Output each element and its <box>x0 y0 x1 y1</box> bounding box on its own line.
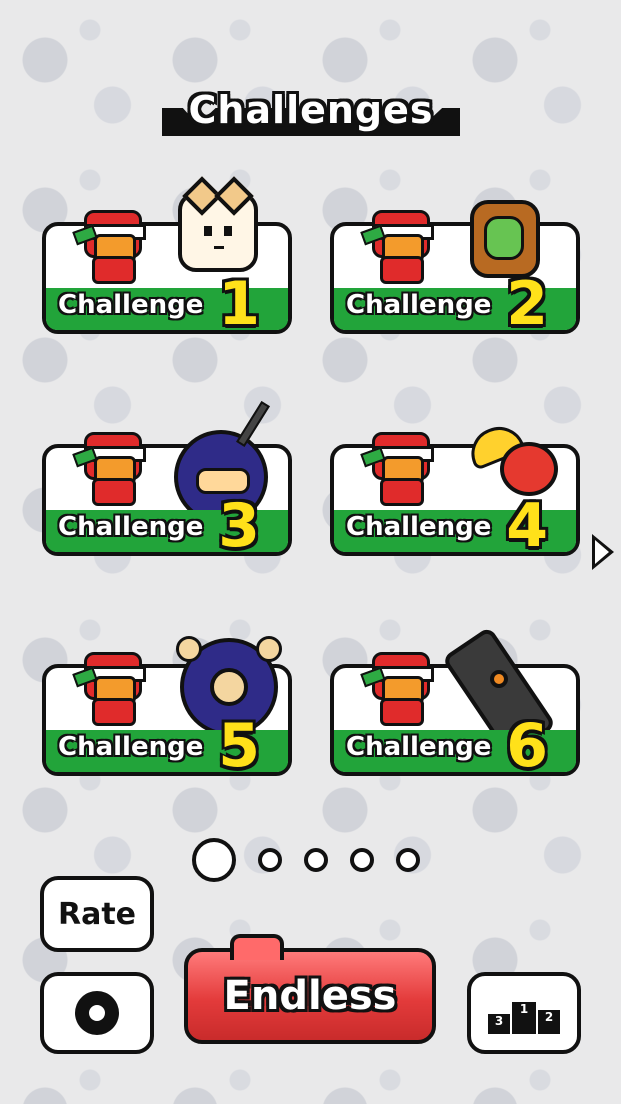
challenge-label: Challenge <box>58 512 204 542</box>
endless-label: Endless <box>223 973 397 1019</box>
settings-button[interactable] <box>40 972 154 1054</box>
podium-rank-1: 1 <box>512 1002 536 1034</box>
rate-button[interactable]: Rate <box>40 876 154 952</box>
challenge-number: 4 <box>506 491 548 561</box>
player-character-icon <box>360 642 434 726</box>
challenge-label: Challenge <box>346 512 492 542</box>
challenge-card-6[interactable]: Challenge 6 <box>330 626 580 781</box>
challenge-card-5[interactable]: Challenge 5 <box>42 636 292 781</box>
gear-icon <box>75 991 119 1035</box>
player-character-icon <box>72 642 146 726</box>
challenge-number: 1 <box>218 269 260 339</box>
challenge-number: 2 <box>506 269 548 339</box>
challenge-label: Challenge <box>58 732 204 762</box>
endless-button[interactable]: Endless <box>184 934 436 1044</box>
leaderboard-button[interactable]: 3 1 2 <box>467 972 581 1054</box>
challenge-number: 3 <box>218 491 260 561</box>
challenge-card-3[interactable]: Challenge 3 <box>42 400 292 561</box>
pagination-dot[interactable] <box>396 848 420 872</box>
cat-icon <box>178 192 258 272</box>
fruit-icon <box>460 419 558 496</box>
player-character-icon <box>360 422 434 506</box>
frame-monster-icon <box>470 200 540 278</box>
pagination-dot[interactable] <box>258 848 282 872</box>
podium-icon: 3 1 2 <box>488 992 560 1034</box>
endless-tab <box>230 934 284 960</box>
challenge-label: Challenge <box>346 732 492 762</box>
next-page-arrow-icon[interactable] <box>592 534 614 570</box>
pagination-dots <box>192 838 432 884</box>
challenge-number: 6 <box>506 711 548 781</box>
page-title: Challenges <box>188 88 434 132</box>
player-character-icon <box>72 200 146 284</box>
rate-label: Rate <box>57 896 137 932</box>
title-banner: Challenges <box>162 82 460 138</box>
player-character-icon <box>72 422 146 506</box>
player-character-icon <box>360 200 434 284</box>
challenge-card-4[interactable]: Challenge 4 <box>330 419 580 561</box>
pagination-dot[interactable] <box>350 848 374 872</box>
challenge-card-2[interactable]: Challenge 2 <box>330 200 580 339</box>
podium-rank-3: 3 <box>488 1014 510 1034</box>
challenge-number: 5 <box>218 711 260 781</box>
challenge-card-1[interactable]: Challenge 1 <box>42 192 292 339</box>
challenge-label: Challenge <box>58 290 204 320</box>
podium-rank-2: 2 <box>538 1010 560 1034</box>
pagination-dot-active[interactable] <box>192 838 236 882</box>
challenge-label: Challenge <box>346 290 492 320</box>
pagination-dot[interactable] <box>304 848 328 872</box>
